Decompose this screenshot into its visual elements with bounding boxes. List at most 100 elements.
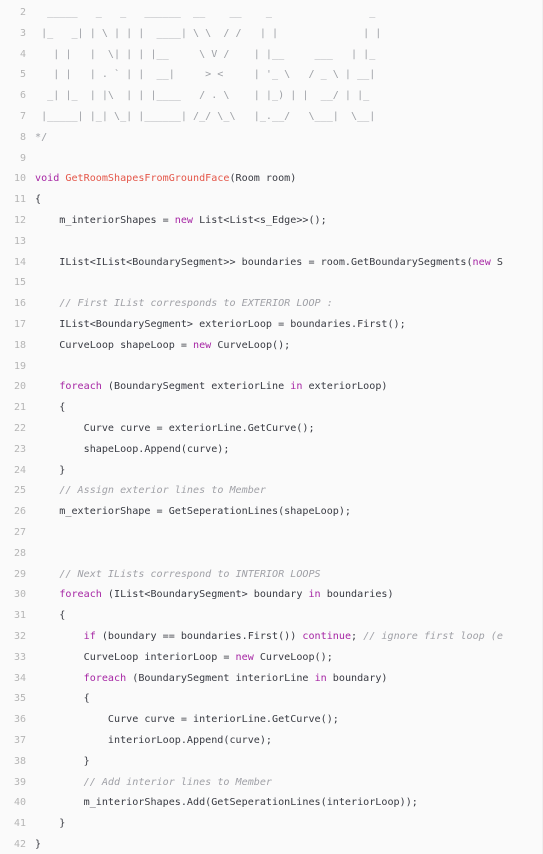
code-line[interactable]: 18 CurveLoop shapeLoop = new CurveLoop()… [0,336,543,357]
code-token-keyword: new [174,215,194,226]
code-line[interactable]: 35 { [0,689,543,710]
code-line[interactable]: 39 // Add interior lines to Member [0,773,543,794]
code-text: // Add interior lines to Member [35,773,272,794]
line-number: 12 [13,215,26,226]
line-number: 20 [13,381,26,393]
code-token-keyword: in [314,672,327,684]
code-line[interactable]: 26 m_exteriorShape = GetSeperationLines(… [0,502,543,523]
code-token-keyword: if [83,631,96,642]
code-line[interactable]: 27 [0,523,543,544]
code-line[interactable]: 4 | | | \| | | |__ \ V / | |__ ___ | |_ [0,45,543,66]
code-text: IList<BoundarySegment> exteriorLoop = bo… [35,315,405,336]
code-token-plain: m_exteriorShape = GetSeperationLines(sha… [35,506,352,518]
code-line[interactable]: 10 void GetRoomShapesFromGroundFace(Room … [0,169,543,190]
code-line[interactable]: 42} [0,835,543,854]
code-line[interactable]: 14 IList<IList<BoundarySegment>> boundar… [0,253,543,274]
code-token-plain: } [35,464,66,476]
code-line[interactable]: 40 m_interiorShapes.Add(GetSeperationLin… [0,793,543,814]
code-text: CurveLoop shapeLoop = new CurveLoop(); [35,336,290,357]
code-line[interactable]: 16 // First IList corresponds to EXTERIO… [0,294,543,315]
code-line[interactable]: 21 { [0,398,543,419]
code-text: | | | \| | | |__ \ V / | |__ ___ | |_ [35,45,375,66]
code-text: { [35,606,65,627]
code-line[interactable]: 23 shapeLoop.Append(curve); [0,440,543,461]
line-number: 25 [13,485,26,497]
code-line[interactable]: 31 { [0,606,543,627]
code-line[interactable]: 30 foreach (IList<BoundarySegment> bound… [0,585,543,606]
code-text: | | | . ` | | __| > < | '_ \ / _ \ | __| [35,65,375,86]
code-line[interactable]: 7 |_____| |_| \_| |______| /_/ \_\ |_.__… [0,107,543,128]
code-token-plain: (IList<BoundarySegment> boundary [101,589,309,601]
code-line[interactable]: 34 foreach (BoundarySegment interiorLine… [0,669,543,690]
code-token-comment: // First IList corresponds to EXTERIOR L… [59,298,333,310]
code-token-ascii: _| |_ | |\ | | |____ / . \ | |_) | | __/… [35,90,370,102]
code-text: foreach (BoundarySegment interiorLine in… [35,669,388,690]
code-text: { [35,689,90,710]
code-line[interactable]: 8 */ [0,128,543,149]
code-line[interactable]: 9 [0,149,543,170]
line-number: 34 [13,672,26,684]
line-number: 42 [13,839,26,850]
code-line[interactable]: 32 if (boundary == boundaries.First()) c… [0,627,543,648]
code-token-keyword: new [235,651,254,663]
code-text: foreach (BoundarySegment exteriorLine in… [35,377,387,398]
code-token-plain: CurveLoop(); [211,339,291,351]
code-line[interactable]: 38 } [0,752,543,773]
code-line[interactable]: 6 _| |_ | |\ | | |____ / . \ | |_) | | _… [0,86,543,107]
code-text: Curve curve = interiorLine.GetCurve(); [35,710,339,731]
code-text: { [35,398,65,419]
code-token-plain: { [35,194,42,206]
code-token-plain: m_interiorShapes = [35,215,175,226]
code-text: { [35,190,41,211]
code-text: shapeLoop.Append(curve); [35,440,230,461]
line-number: 41 [13,818,26,830]
code-token-plain: Curve curve = interiorLine.GetCurve(); [35,714,339,726]
code-token-plain: } [35,818,66,830]
code-line[interactable]: 2 _____ _ _ ______ __ __ _ _ [0,3,543,24]
code-line[interactable]: 12 m_interiorShapes = new List<List<s_Ed… [0,211,543,232]
code-line[interactable]: 29 // Next ILists correspond to INTERIOR… [0,565,543,586]
code-line[interactable]: 41 } [0,814,543,835]
code-text: IList<IList<BoundarySegment>> boundaries… [35,253,503,274]
code-token-plain: boundary) [326,672,388,684]
code-token-keyword: foreach [59,589,102,601]
code-viewer[interactable]: 2 _____ _ _ ______ __ __ _ _ 3 |_ _| | \ … [0,0,543,854]
code-text: } [35,814,65,835]
code-token-plain: { [35,610,66,622]
code-line[interactable]: 15 [0,273,543,294]
line-number: 15 [13,277,26,289]
line-number: 28 [13,547,26,559]
code-token-plain: } [35,755,90,767]
code-line[interactable]: 22 Curve curve = exteriorLine.GetCurve()… [0,419,543,440]
line-number: 19 [13,360,26,372]
code-token-plain: shapeLoop.Append(curve); [35,443,230,455]
code-line[interactable]: 36 Curve curve = interiorLine.GetCurve()… [0,710,543,731]
code-line[interactable]: 25 // Assign exterior lines to Member [0,481,543,502]
code-line[interactable]: 24 } [0,461,543,482]
code-line[interactable]: 13 [0,232,543,253]
code-token-keyword: in [290,381,303,393]
code-line[interactable]: 20 foreach (BoundarySegment exteriorLine… [0,377,543,398]
code-line[interactable]: 19 [0,357,543,378]
code-line[interactable]: 28 [0,544,543,565]
line-number: 11 [13,194,26,206]
code-line[interactable]: 33 CurveLoop interiorLoop = new CurveLoo… [0,648,543,669]
code-token-ascii: _____ _ _ ______ __ __ _ _ [35,7,376,18]
line-number: 33 [13,651,26,663]
code-token-plain: interiorLoop.Append(curve); [35,735,273,746]
line-number: 30 [13,589,26,601]
code-line[interactable]: 3 |_ _| | \ | | | ____| \ \ / / | | | | [0,24,543,45]
code-line[interactable]: 5 | | | . ` | | __| > < | '_ \ / _ \ | _… [0,65,543,86]
code-text: m_exteriorShape = GetSeperationLines(sha… [35,502,351,523]
code-line[interactable]: 11 { [0,190,543,211]
code-token-plain: (Room room) [229,173,297,185]
line-number: 3 [19,27,26,39]
code-token-plain: CurveLoop interiorLoop = [35,651,236,663]
line-number: 2 [19,7,26,18]
code-line[interactable]: 17 IList<BoundarySegment> exteriorLoop =… [0,315,543,336]
code-line[interactable]: 37 interiorLoop.Append(curve); [0,731,543,752]
code-token-comment: // ignore first loop (e [363,631,503,642]
